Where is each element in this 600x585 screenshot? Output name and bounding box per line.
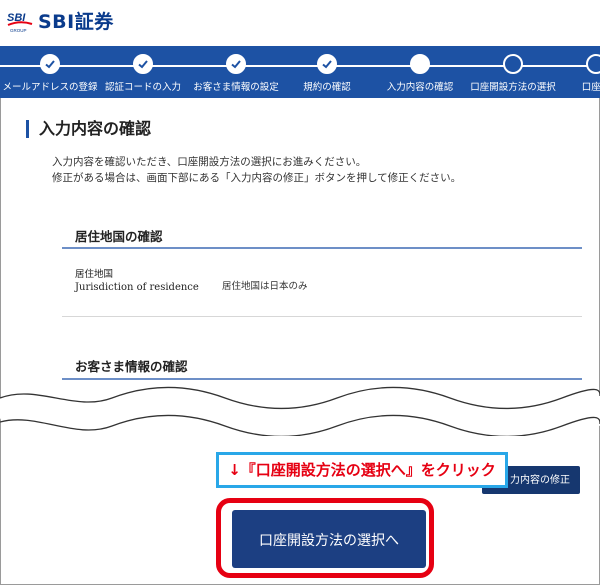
step-check-icon <box>133 54 153 74</box>
residence-value: 居住地国は日本のみ <box>222 281 308 292</box>
step-check-icon <box>317 54 337 74</box>
select-account-method-button[interactable]: 口座開設方法の選択へ <box>232 510 426 568</box>
residence-label: 居住地国 Jurisdiction of residence <box>75 268 199 294</box>
step-label: 口座開 <box>581 82 600 93</box>
residence-section-title: 居住地国の確認 <box>75 229 163 244</box>
sbi-logo-icon: SBI GROUP <box>7 12 33 33</box>
omission-wave <box>0 386 600 436</box>
page-intro: 入力内容を確認いただき、口座開設方法の選択にお進みください。 修正がある場合は、… <box>52 154 461 186</box>
step-check-icon <box>226 54 246 74</box>
row-divider <box>62 316 582 317</box>
step-current-icon <box>410 54 430 74</box>
step-pending-icon <box>503 54 523 74</box>
section-divider <box>62 378 582 380</box>
logo-text[interactable]: SBI証券 <box>38 7 114 34</box>
progress-steps: メールアドレスの登録 認証コードの入力 お客さま情報の設定 規約の確認 入力内容… <box>0 46 600 98</box>
customer-section-title: お客さま情報の確認 <box>75 359 188 374</box>
instruction-callout: ↓『口座開設方法の選択へ』をクリック <box>216 452 508 488</box>
site-header: SBI GROUP SBI証券 <box>0 0 600 46</box>
residence-label-en: Jurisdiction of residence <box>75 282 199 293</box>
section-divider <box>62 247 582 249</box>
step-check-icon <box>40 54 60 74</box>
step-pending-icon <box>586 54 600 74</box>
page-title: 入力内容の確認 <box>26 120 151 138</box>
intro-line: 入力内容を確認いただき、口座開設方法の選択にお進みください。 <box>52 156 367 168</box>
intro-line: 修正がある場合は、画面下部にある「入力内容の修正」ボタンを押して修正ください。 <box>52 172 462 184</box>
residence-label-ja: 居住地国 <box>75 269 114 280</box>
logo-mark-sub: GROUP <box>10 28 27 33</box>
step-account-opening: 口座開 <box>536 54 600 93</box>
